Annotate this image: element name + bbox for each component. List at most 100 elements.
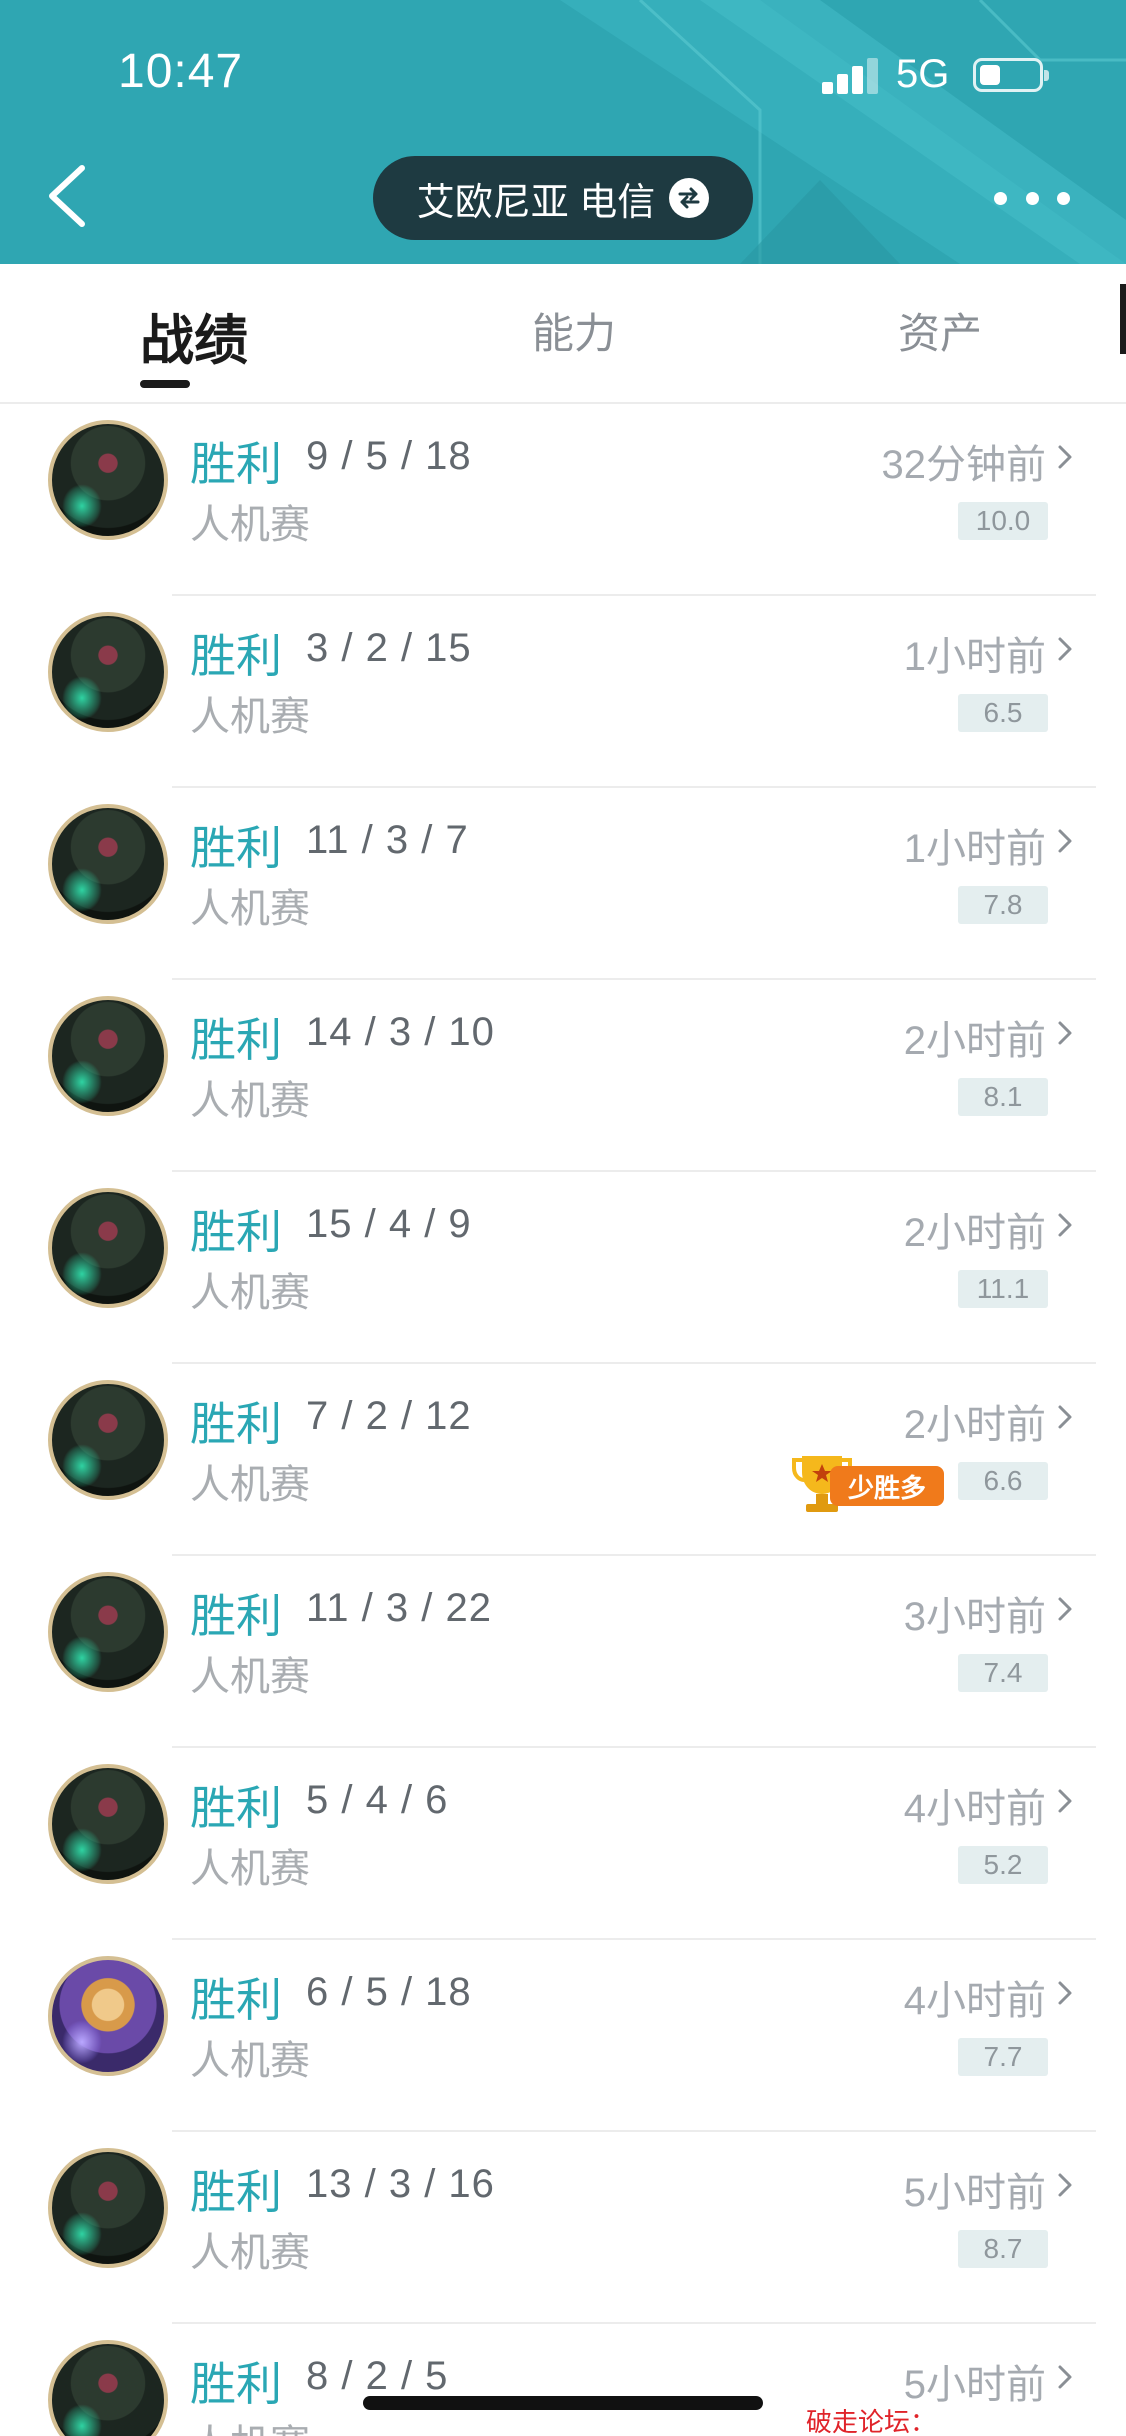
match-kda: 11 / 3 / 7 [306, 818, 469, 862]
match-result: 胜利 [190, 438, 282, 490]
watermark: 破走论坛：www.pozou.com [806, 2408, 937, 2436]
chevron-right-icon [1058, 1213, 1072, 1237]
match-score: 8.1 [958, 1078, 1048, 1116]
match-score: 8.7 [958, 2230, 1048, 2268]
champion-avatar-ezreal [48, 1956, 168, 2076]
champion-avatar-dark [48, 1380, 168, 1500]
match-kda: 14 / 3 / 10 [306, 1010, 495, 1054]
tab-edge-marker [1120, 284, 1126, 354]
chevron-right-icon [1058, 2365, 1072, 2389]
match-time: 2小时前 [903, 1019, 1046, 1063]
champion-avatar-dark [48, 804, 168, 924]
match-mode: 人机赛 [190, 2039, 310, 2083]
match-row[interactable]: 胜利 3 / 2 / 15 人机赛 1小时前 6.5 [0, 596, 1126, 788]
home-indicator[interactable] [363, 2396, 763, 2410]
match-score: 7.8 [958, 886, 1048, 924]
match-kda: 13 / 3 / 16 [306, 2162, 495, 2206]
match-kda: 6 / 5 / 18 [306, 1970, 472, 2014]
match-time: 4小时前 [903, 1979, 1046, 2023]
match-result: 胜利 [190, 1974, 282, 2026]
match-mode: 人机赛 [190, 2412, 310, 2436]
chevron-right-icon [1058, 1597, 1072, 1621]
match-score: 7.7 [958, 2038, 1048, 2076]
tab-active-indicator [140, 380, 190, 388]
match-score: 5.2 [958, 1846, 1048, 1884]
match-row[interactable]: 胜利 11 / 3 / 22 人机赛 3小时前 7.4 [0, 1556, 1126, 1748]
more-dots-icon [994, 191, 1007, 205]
match-result: 胜利 [190, 1398, 282, 1450]
match-time: 2小时前 [903, 1403, 1046, 1447]
match-kda: 11 / 3 / 22 [306, 1586, 492, 1630]
match-time: 4小时前 [903, 1787, 1046, 1831]
match-mode: 人机赛 [190, 503, 310, 547]
champion-avatar-dark [48, 1188, 168, 1308]
server-name: 艾欧尼亚 电信 [416, 181, 656, 224]
match-score: 7.4 [958, 1654, 1048, 1692]
champion-avatar-dark [48, 1764, 168, 1884]
match-result: 胜利 [190, 630, 282, 682]
match-mode: 人机赛 [190, 1655, 310, 1699]
more-button[interactable] [994, 178, 1070, 218]
match-mode: 人机赛 [190, 887, 310, 931]
network-label: 5G [896, 52, 950, 96]
match-time: 32分钟前 [881, 443, 1047, 487]
match-time: 2小时前 [903, 1211, 1046, 1255]
app-header: 10:47 5G 艾欧尼亚 电信 [0, 0, 1126, 264]
match-result: 胜利 [190, 1782, 282, 1834]
match-row[interactable]: 胜利 14 / 3 / 10 人机赛 2小时前 8.1 [0, 980, 1126, 1172]
match-mode: 人机赛 [190, 2231, 310, 2275]
badge-label: 少胜多 [830, 1466, 944, 1506]
match-row[interactable]: 胜利 9 / 5 / 18 人机赛 32分钟前 10.0 [0, 404, 1126, 596]
champion-avatar-dark [48, 2148, 168, 2268]
chevron-left-icon [49, 165, 85, 227]
chevron-right-icon [1058, 445, 1072, 469]
match-result: 胜利 [190, 2166, 282, 2218]
tab-ability[interactable]: 能力 [532, 300, 616, 361]
champion-avatar-dark [48, 996, 168, 1116]
match-kda: 9 / 5 / 18 [306, 434, 472, 478]
match-kda: 8 / 2 / 5 [306, 2354, 449, 2398]
match-result: 胜利 [190, 822, 282, 874]
chevron-right-icon [1058, 2173, 1072, 2197]
champion-avatar-dark [48, 2340, 168, 2436]
champion-avatar-dark [48, 420, 168, 540]
match-kda: 3 / 2 / 15 [306, 626, 472, 670]
signal-icon [822, 58, 880, 94]
match-result: 胜利 [190, 1014, 282, 1066]
match-result: 胜利 [190, 1590, 282, 1642]
match-time: 1小时前 [903, 635, 1046, 679]
back-button[interactable] [40, 160, 100, 232]
match-score: 6.5 [958, 694, 1048, 732]
match-list: 胜利 9 / 5 / 18 人机赛 32分钟前 10.0 胜利 3 / 2 / … [0, 404, 1126, 2436]
match-row[interactable]: 胜利 11 / 3 / 7 人机赛 1小时前 7.8 [0, 788, 1126, 980]
chevron-right-icon [1058, 637, 1072, 661]
match-mode: 人机赛 [190, 695, 310, 739]
match-score: 11.1 [958, 1270, 1048, 1308]
match-mode: 人机赛 [190, 1463, 310, 1507]
swap-icon [669, 178, 710, 218]
chevron-right-icon [1058, 1405, 1072, 1429]
status-time: 10:47 [118, 45, 244, 98]
mvp-badge: 少胜多 [792, 1450, 944, 1514]
match-mode: 人机赛 [190, 1271, 310, 1315]
champion-avatar-dark [48, 1572, 168, 1692]
chevron-right-icon [1058, 1789, 1072, 1813]
server-selector[interactable]: 艾欧尼亚 电信 [373, 156, 753, 240]
match-time: 3小时前 [903, 1595, 1046, 1639]
match-row[interactable]: 胜利 5 / 4 / 6 人机赛 4小时前 5.2 [0, 1748, 1126, 1940]
match-row[interactable]: 胜利 6 / 5 / 18 人机赛 4小时前 7.7 [0, 1940, 1126, 2132]
match-kda: 5 / 4 / 6 [306, 1778, 449, 1822]
match-mode: 人机赛 [190, 1079, 310, 1123]
match-row[interactable]: 胜利 15 / 4 / 9 人机赛 2小时前 11.1 [0, 1172, 1126, 1364]
match-time: 5小时前 [903, 2171, 1046, 2215]
champion-avatar-dark [48, 612, 168, 732]
match-mode: 人机赛 [190, 1847, 310, 1891]
match-kda: 7 / 2 / 12 [306, 1394, 472, 1438]
tab-record[interactable]: 战绩 [140, 296, 248, 375]
chevron-right-icon [1058, 829, 1072, 853]
match-row[interactable]: 胜利 7 / 2 / 12 人机赛 2小时前 6.6 少胜多 [0, 1364, 1126, 1556]
match-time: 1小时前 [903, 827, 1046, 871]
tab-assets[interactable]: 资产 [898, 300, 982, 361]
match-row[interactable]: 胜利 13 / 3 / 16 人机赛 5小时前 8.7 [0, 2132, 1126, 2324]
battery-icon [973, 58, 1049, 92]
